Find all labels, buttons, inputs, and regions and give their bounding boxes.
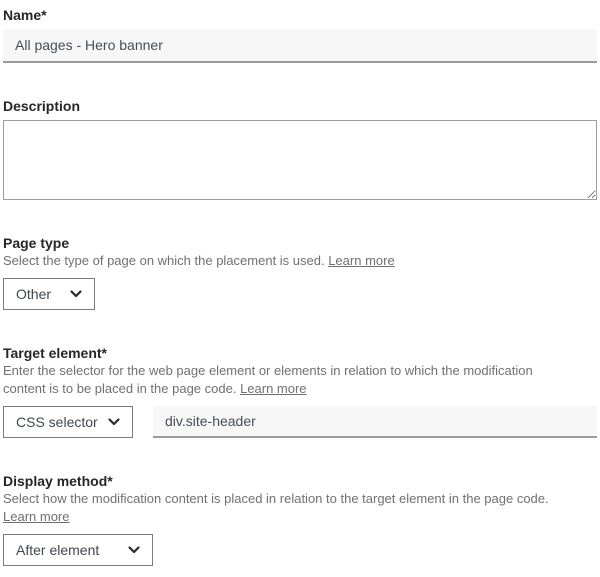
- chevron-down-icon: [68, 286, 84, 302]
- placement-form: Name* Description Page type Select the t…: [3, 6, 597, 566]
- field-target-element: Target element* Enter the selector for t…: [3, 344, 597, 438]
- chevron-down-icon: [106, 414, 122, 430]
- target-element-label: Target element*: [3, 344, 597, 362]
- page-type-help-text: Select the type of page on which the pla…: [3, 253, 328, 268]
- target-element-learn-more-link[interactable]: Learn more: [240, 381, 306, 396]
- name-input[interactable]: [3, 29, 597, 63]
- page-type-select-value: Other: [16, 286, 51, 302]
- page-type-learn-more-link[interactable]: Learn more: [328, 253, 394, 268]
- chevron-down-icon: [126, 542, 142, 558]
- selector-type-select[interactable]: CSS selector: [3, 406, 133, 438]
- field-description: Description: [3, 97, 597, 200]
- description-label: Description: [3, 97, 597, 115]
- target-element-row: CSS selector: [3, 406, 597, 438]
- display-method-help: Select how the modification content is p…: [3, 490, 597, 526]
- field-display-method: Display method* Select how the modificat…: [3, 472, 597, 566]
- display-method-learn-more-link[interactable]: Learn more: [3, 509, 69, 524]
- display-method-help-text: Select how the modification content is p…: [3, 491, 549, 506]
- page-type-select[interactable]: Other: [3, 278, 95, 310]
- name-label: Name*: [3, 6, 597, 24]
- field-name: Name*: [3, 6, 597, 63]
- display-method-select[interactable]: After element: [3, 534, 153, 566]
- target-element-help: Enter the selector for the web page elem…: [3, 362, 597, 398]
- display-method-label: Display method*: [3, 472, 597, 490]
- display-method-select-value: After element: [16, 542, 99, 558]
- description-textarea[interactable]: [3, 120, 597, 200]
- page-type-label: Page type: [3, 234, 597, 252]
- selector-type-select-value: CSS selector: [16, 414, 98, 430]
- page-type-help: Select the type of page on which the pla…: [3, 252, 597, 270]
- field-page-type: Page type Select the type of page on whi…: [3, 234, 597, 310]
- selector-value-input[interactable]: [153, 406, 597, 438]
